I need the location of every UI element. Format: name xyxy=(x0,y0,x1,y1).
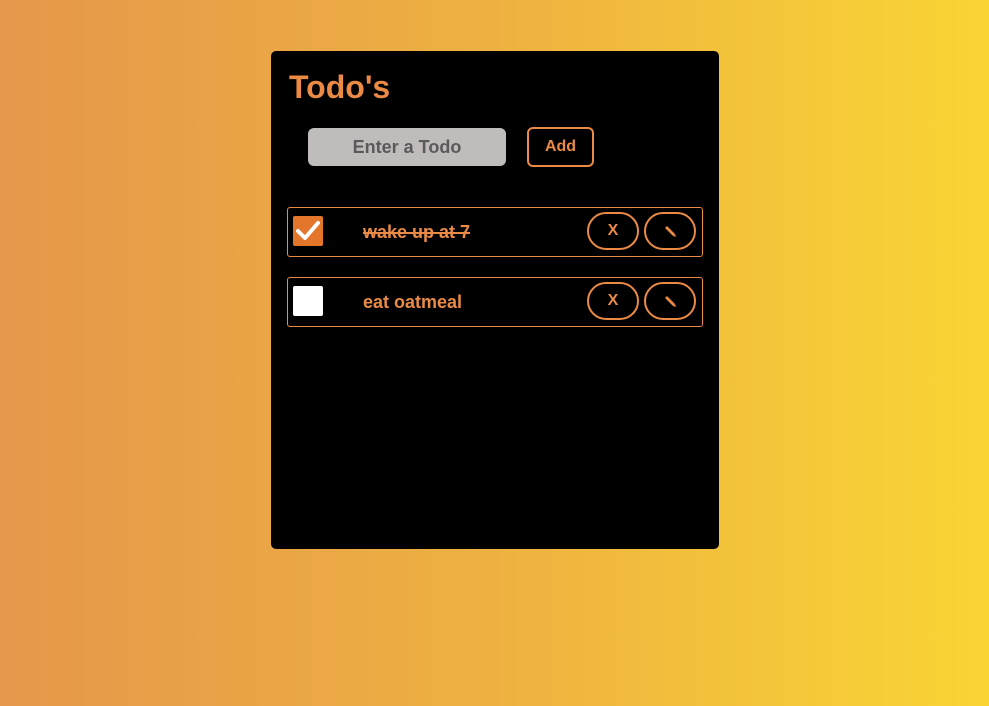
todo-checkbox-unchecked[interactable] xyxy=(293,286,323,316)
todo-item: wake up at 7 X xyxy=(287,207,703,257)
todo-text: wake up at 7 xyxy=(363,222,471,242)
pencil-icon xyxy=(665,226,676,237)
checkmark-icon xyxy=(296,221,320,240)
todo-input[interactable] xyxy=(308,128,506,166)
page-title: Todo's xyxy=(289,69,391,105)
add-button[interactable]: Add xyxy=(527,127,594,167)
todo-item: eat oatmeal X xyxy=(287,277,703,327)
todo-text: eat oatmeal xyxy=(363,292,463,312)
todo-list: wake up at 7 X eat oatmeal X xyxy=(287,207,703,347)
todo-checkbox-checked[interactable] xyxy=(293,216,323,246)
delete-todo-button[interactable]: X xyxy=(587,212,639,250)
edit-todo-button[interactable] xyxy=(644,282,696,320)
todo-card: Todo's Add wake up at 7 X eat oatmeal X xyxy=(271,51,719,549)
pencil-icon xyxy=(665,296,676,307)
delete-todo-button[interactable]: X xyxy=(587,282,639,320)
edit-todo-button[interactable] xyxy=(644,212,696,250)
